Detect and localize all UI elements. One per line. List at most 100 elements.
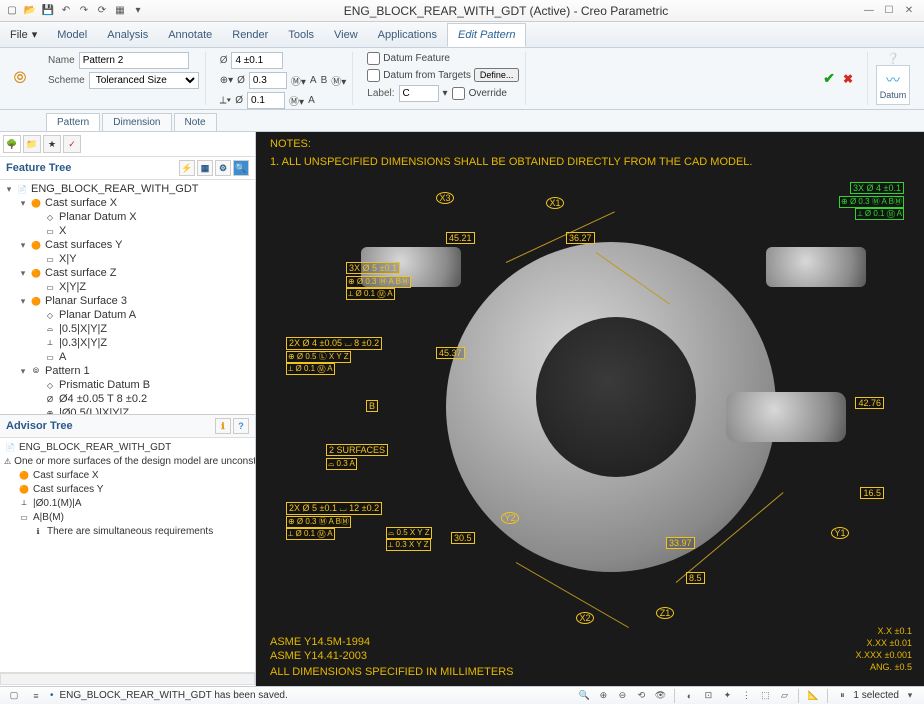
tab-annotate[interactable]: Annotate bbox=[158, 24, 222, 46]
advisor-item[interactable]: ▭A|B(M) bbox=[0, 510, 255, 524]
mark-x3[interactable]: X3 bbox=[436, 192, 454, 204]
position-value-input[interactable] bbox=[249, 72, 287, 89]
tree-display-icon[interactable]: ▦ bbox=[197, 160, 213, 176]
sidebar-tab-advisor[interactable]: ✓ bbox=[63, 135, 81, 153]
refit-icon[interactable]: ⟲ bbox=[633, 689, 649, 703]
tree-item[interactable]: ØØ4 ±0.05 T 8 ±0.2 bbox=[0, 392, 255, 406]
zoom-in-icon[interactable]: ⊕ bbox=[595, 689, 611, 703]
annot-display-icon[interactable]: 📐 bbox=[805, 689, 821, 703]
datum-feature-checkbox[interactable] bbox=[367, 52, 380, 65]
mark-x1[interactable]: X1 bbox=[546, 197, 564, 209]
mark-x2[interactable]: X2 bbox=[576, 612, 594, 624]
dim-2x-dia4[interactable]: 2X Ø 4 ±0.05 ⌴ 8 ±0.2 bbox=[286, 337, 382, 350]
fcf-7[interactable]: ⌓ 0.3 A bbox=[326, 458, 357, 470]
fcf-3[interactable]: ⊕ Ø 0.5 Ⓛ X Y Z bbox=[286, 351, 351, 363]
open-icon[interactable]: 📂 bbox=[22, 3, 38, 19]
tab-tools[interactable]: Tools bbox=[278, 24, 324, 46]
status-new-icon[interactable]: ▢ bbox=[6, 689, 22, 703]
tree-item[interactable]: ◇Prismatic Datum B bbox=[0, 378, 255, 392]
dim-2x-dia5[interactable]: 2X Ø 5 ±0.1 ⌴ 12 ±0.2 bbox=[286, 502, 382, 515]
fcf-green-1[interactable]: ⊕ Ø 0.3 Ⓜ A BⓂ bbox=[839, 196, 904, 208]
advisor-item[interactable]: 🟠Cast surface X bbox=[0, 468, 255, 482]
regen-icon[interactable]: ⟳ bbox=[94, 3, 110, 19]
fcf-1[interactable]: ⊕ Ø 0.3 Ⓜ A BⓂ bbox=[346, 276, 411, 288]
tree-item[interactable]: ▾🟠Cast surface Z bbox=[0, 266, 255, 280]
perp-value-input[interactable] bbox=[247, 92, 285, 109]
mark-b[interactable]: B bbox=[366, 400, 378, 412]
fcf-9[interactable]: ⟂ Ø 0.1 Ⓜ A bbox=[286, 528, 335, 540]
tree-item[interactable]: ◇Planar Datum A bbox=[0, 308, 255, 322]
file-menu[interactable]: File ▾ bbox=[0, 24, 47, 45]
scheme-select[interactable]: Toleranced Size bbox=[89, 72, 199, 89]
new-icon[interactable]: ▢ bbox=[4, 3, 20, 19]
csys-display-icon[interactable]: ⬚ bbox=[757, 689, 773, 703]
zoom-out-icon[interactable]: ⊖ bbox=[614, 689, 630, 703]
surf-2[interactable]: 2 SURFACES bbox=[326, 444, 388, 456]
tree-item[interactable]: ▾🟠Cast surface X bbox=[0, 196, 255, 210]
filter-icon[interactable]: ▾ bbox=[902, 689, 918, 703]
tree-item[interactable]: ▭X bbox=[0, 224, 255, 238]
tree-item[interactable]: ▾⦾Pattern 1 bbox=[0, 364, 255, 378]
sidebar-tab-tree[interactable]: 🌳 bbox=[3, 135, 21, 153]
viewport-3d[interactable]: NOTES: 1. ALL UNSPECIFIED DIMENSIONS SHA… bbox=[256, 132, 924, 686]
tab-render[interactable]: Render bbox=[222, 24, 278, 46]
fcf-green-2[interactable]: ⟂ Ø 0.1 Ⓜ A bbox=[855, 208, 904, 220]
advisor-item[interactable]: ⟂|Ø0.1(M)|A bbox=[0, 496, 255, 510]
name-input[interactable] bbox=[79, 52, 189, 69]
zoom-fit-icon[interactable]: 🔍 bbox=[576, 689, 592, 703]
tab-applications[interactable]: Applications bbox=[368, 24, 447, 46]
tree-item[interactable]: ⌓|0.5|X|Y|Z bbox=[0, 322, 255, 336]
fcf-5[interactable]: ⌓ 0.5 X Y Z bbox=[386, 527, 432, 539]
fcf-8[interactable]: ⊕ Ø 0.3 Ⓜ A BⓂ bbox=[286, 516, 351, 528]
dim-3x-dia5[interactable]: 3X Ø 5 ±0.1 bbox=[346, 262, 400, 274]
close-win-icon[interactable]: ▾ bbox=[130, 3, 146, 19]
dim-3x-dia4[interactable]: 3X Ø 4 ±0.1 bbox=[850, 182, 904, 194]
advisor-tree[interactable]: 📄ENG_BLOCK_REAR_WITH_GDT⚠One or more sur… bbox=[0, 438, 255, 672]
cancel-button[interactable]: ✖ bbox=[843, 72, 853, 86]
help-icon[interactable]: ❔ bbox=[886, 52, 900, 65]
pattern-type-icon[interactable]: ⦾ bbox=[6, 52, 34, 105]
advisor-item[interactable]: 🟠Cast surfaces Y bbox=[0, 482, 255, 496]
subtab-dimension[interactable]: Dimension bbox=[102, 113, 171, 131]
datum-display-icon[interactable]: ⊡ bbox=[700, 689, 716, 703]
datum-targets-checkbox[interactable] bbox=[367, 69, 380, 82]
redo-icon[interactable]: ↷ bbox=[76, 3, 92, 19]
tree-item[interactable]: ▭X|Y|Z bbox=[0, 280, 255, 294]
maximize-button[interactable]: ☐ bbox=[882, 4, 896, 18]
tree-item[interactable]: ▭A bbox=[0, 350, 255, 364]
point-display-icon[interactable]: ⋮ bbox=[738, 689, 754, 703]
define-button[interactable]: Define... bbox=[474, 68, 520, 82]
tolerance-input[interactable] bbox=[231, 52, 283, 69]
mark-z1[interactable]: Z1 bbox=[656, 607, 674, 619]
minimize-button[interactable]: — bbox=[862, 4, 876, 18]
tree-item[interactable]: ▭X|Y bbox=[0, 252, 255, 266]
sidebar-tab-star[interactable]: ★ bbox=[43, 135, 61, 153]
plane-display-icon[interactable]: ▱ bbox=[776, 689, 792, 703]
advisor-item[interactable]: ℹThere are simultaneous requirements bbox=[0, 524, 255, 538]
tree-item[interactable]: ⊕|Ø0.5(L)|X|Y|Z bbox=[0, 406, 255, 414]
view-mgr-icon[interactable]: 👁 bbox=[652, 689, 668, 703]
mark-y1[interactable]: Y1 bbox=[831, 527, 849, 539]
feature-tree[interactable]: ▾📄ENG_BLOCK_REAR_WITH_GDT▾🟠Cast surface … bbox=[0, 180, 255, 414]
subtab-pattern[interactable]: Pattern bbox=[46, 113, 100, 131]
advisor-help-icon[interactable]: ? bbox=[233, 418, 249, 434]
advisor-info-icon[interactable]: ℹ bbox=[215, 418, 231, 434]
datum-button[interactable]: 〰Datum bbox=[876, 65, 910, 105]
close-button[interactable]: ✕ bbox=[902, 4, 916, 18]
fcf-2[interactable]: ⟂ Ø 0.1 Ⓜ A bbox=[346, 288, 395, 300]
subtab-note[interactable]: Note bbox=[174, 113, 217, 131]
dim-36-27[interactable]: 36.27 bbox=[566, 232, 595, 244]
status-layer-icon[interactable]: ≡ bbox=[28, 689, 44, 703]
dim-45-21[interactable]: 45.21 bbox=[446, 232, 475, 244]
sidebar-tab-folder[interactable]: 📁 bbox=[23, 135, 41, 153]
display-style-icon[interactable]: ◐ bbox=[681, 689, 697, 703]
horizontal-scrollbar[interactable] bbox=[0, 673, 255, 685]
dim-8-5[interactable]: 8.5 bbox=[686, 572, 705, 584]
accept-button[interactable]: ✔ bbox=[823, 70, 835, 87]
dim-42-76[interactable]: 42.76 bbox=[855, 397, 884, 409]
tree-item[interactable]: ▾🟠Planar Surface 3 bbox=[0, 294, 255, 308]
dim-33-97[interactable]: 33.97 bbox=[666, 537, 695, 549]
pause-icon[interactable]: ⏸ bbox=[834, 689, 850, 703]
mark-y2[interactable]: Y2 bbox=[501, 512, 519, 524]
axis-display-icon[interactable]: ✦ bbox=[719, 689, 735, 703]
